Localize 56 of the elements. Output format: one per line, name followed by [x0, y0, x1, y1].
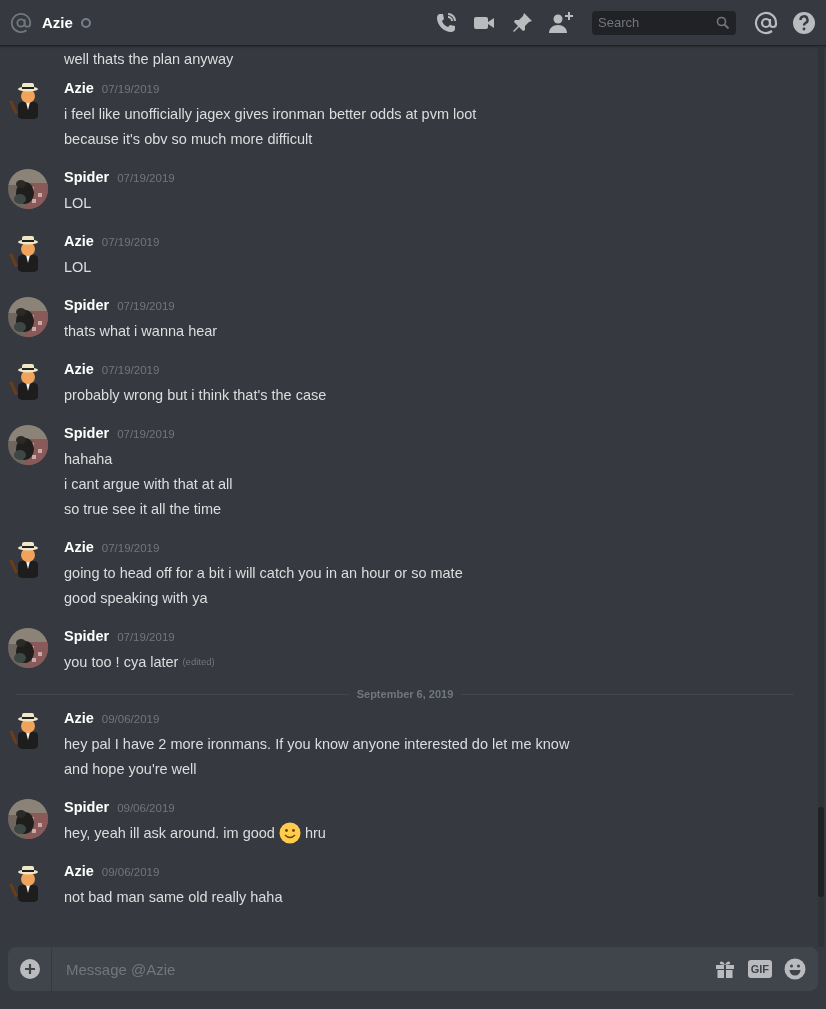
author-name[interactable]: Azie — [64, 710, 94, 726]
timestamp: 07/19/2019 — [117, 172, 175, 184]
smiley-icon[interactable] — [784, 958, 806, 980]
plus-icon — [18, 958, 41, 980]
add-friend-icon[interactable] — [548, 10, 574, 35]
help-icon[interactable] — [792, 10, 816, 35]
timestamp: 07/19/2019 — [117, 300, 175, 312]
author-name[interactable]: Azie — [64, 863, 94, 879]
search-field[interactable]: Search — [592, 10, 736, 35]
author-name[interactable]: Spider — [64, 297, 110, 313]
mention-icon[interactable] — [754, 10, 778, 35]
search-icon — [716, 15, 730, 30]
message-text: you too ! cya later — [64, 653, 179, 672]
message-text: well thats the plan anyway — [64, 50, 234, 69]
message-text: thats what i wanna hear — [64, 322, 218, 341]
message-text: so true see it all the time — [64, 500, 222, 519]
phone-call-icon[interactable] — [434, 10, 458, 35]
date-divider-label: September 6, 2019 — [356, 688, 454, 700]
timestamp: 07/19/2019 — [117, 428, 175, 440]
message-text: hahaha — [64, 450, 113, 469]
message-text: hey pal I have 2 more ironmans. If you know anyone interested do let me know — [64, 735, 570, 754]
scrollbar[interactable] — [818, 46, 824, 947]
edited-label: (edited) — [182, 655, 215, 669]
message-text: i cant argue with that at all — [64, 475, 233, 494]
message-text: and hope you're well — [64, 760, 197, 779]
message-text: because it's obv so much more difficult — [64, 130, 313, 149]
timestamp: 09/06/2019 — [117, 802, 175, 814]
timestamp: 07/19/2019 — [101, 542, 160, 554]
message-text: hru — [304, 824, 326, 843]
message-text: not bad man same old really haha — [64, 888, 283, 907]
message-text: i feel like unofficially jagex gives ironman better odds at pvm loot — [64, 105, 477, 124]
timestamp: 07/19/2019 — [117, 631, 175, 643]
timestamp: 09/06/2019 — [101, 866, 160, 878]
author-name[interactable]: Azie — [64, 80, 94, 96]
author-name[interactable]: Spider — [64, 628, 110, 644]
author-name[interactable]: Azie — [64, 361, 94, 377]
message-text: probably wrong but i think that's the case — [64, 386, 327, 405]
author-name[interactable]: Spider — [64, 169, 110, 185]
at-sign-icon — [10, 11, 32, 34]
message-text: good speaking with ya — [64, 589, 208, 608]
timestamp: 07/19/2019 — [101, 236, 160, 248]
author-name[interactable]: Azie — [64, 233, 94, 249]
author-name[interactable]: Spider — [64, 425, 110, 441]
search-input[interactable]: Search — [598, 15, 716, 30]
timestamp: 07/19/2019 — [101, 364, 160, 376]
timestamp: 07/19/2019 — [101, 83, 160, 95]
message-text: LOL — [64, 194, 92, 213]
message-text: going to head off for a bit i will catch you in an hour or so mate — [64, 564, 463, 583]
status-icon — [80, 17, 91, 28]
author-name[interactable]: Spider — [64, 799, 110, 815]
channel-title: Azie — [42, 14, 73, 31]
timestamp: 09/06/2019 — [101, 713, 160, 725]
author-name[interactable]: Azie — [64, 539, 94, 555]
gif-button[interactable]: GIF — [747, 960, 772, 978]
message-text: LOL — [64, 258, 92, 277]
message-text: hey, yeah ill ask around. im good — [64, 824, 275, 843]
